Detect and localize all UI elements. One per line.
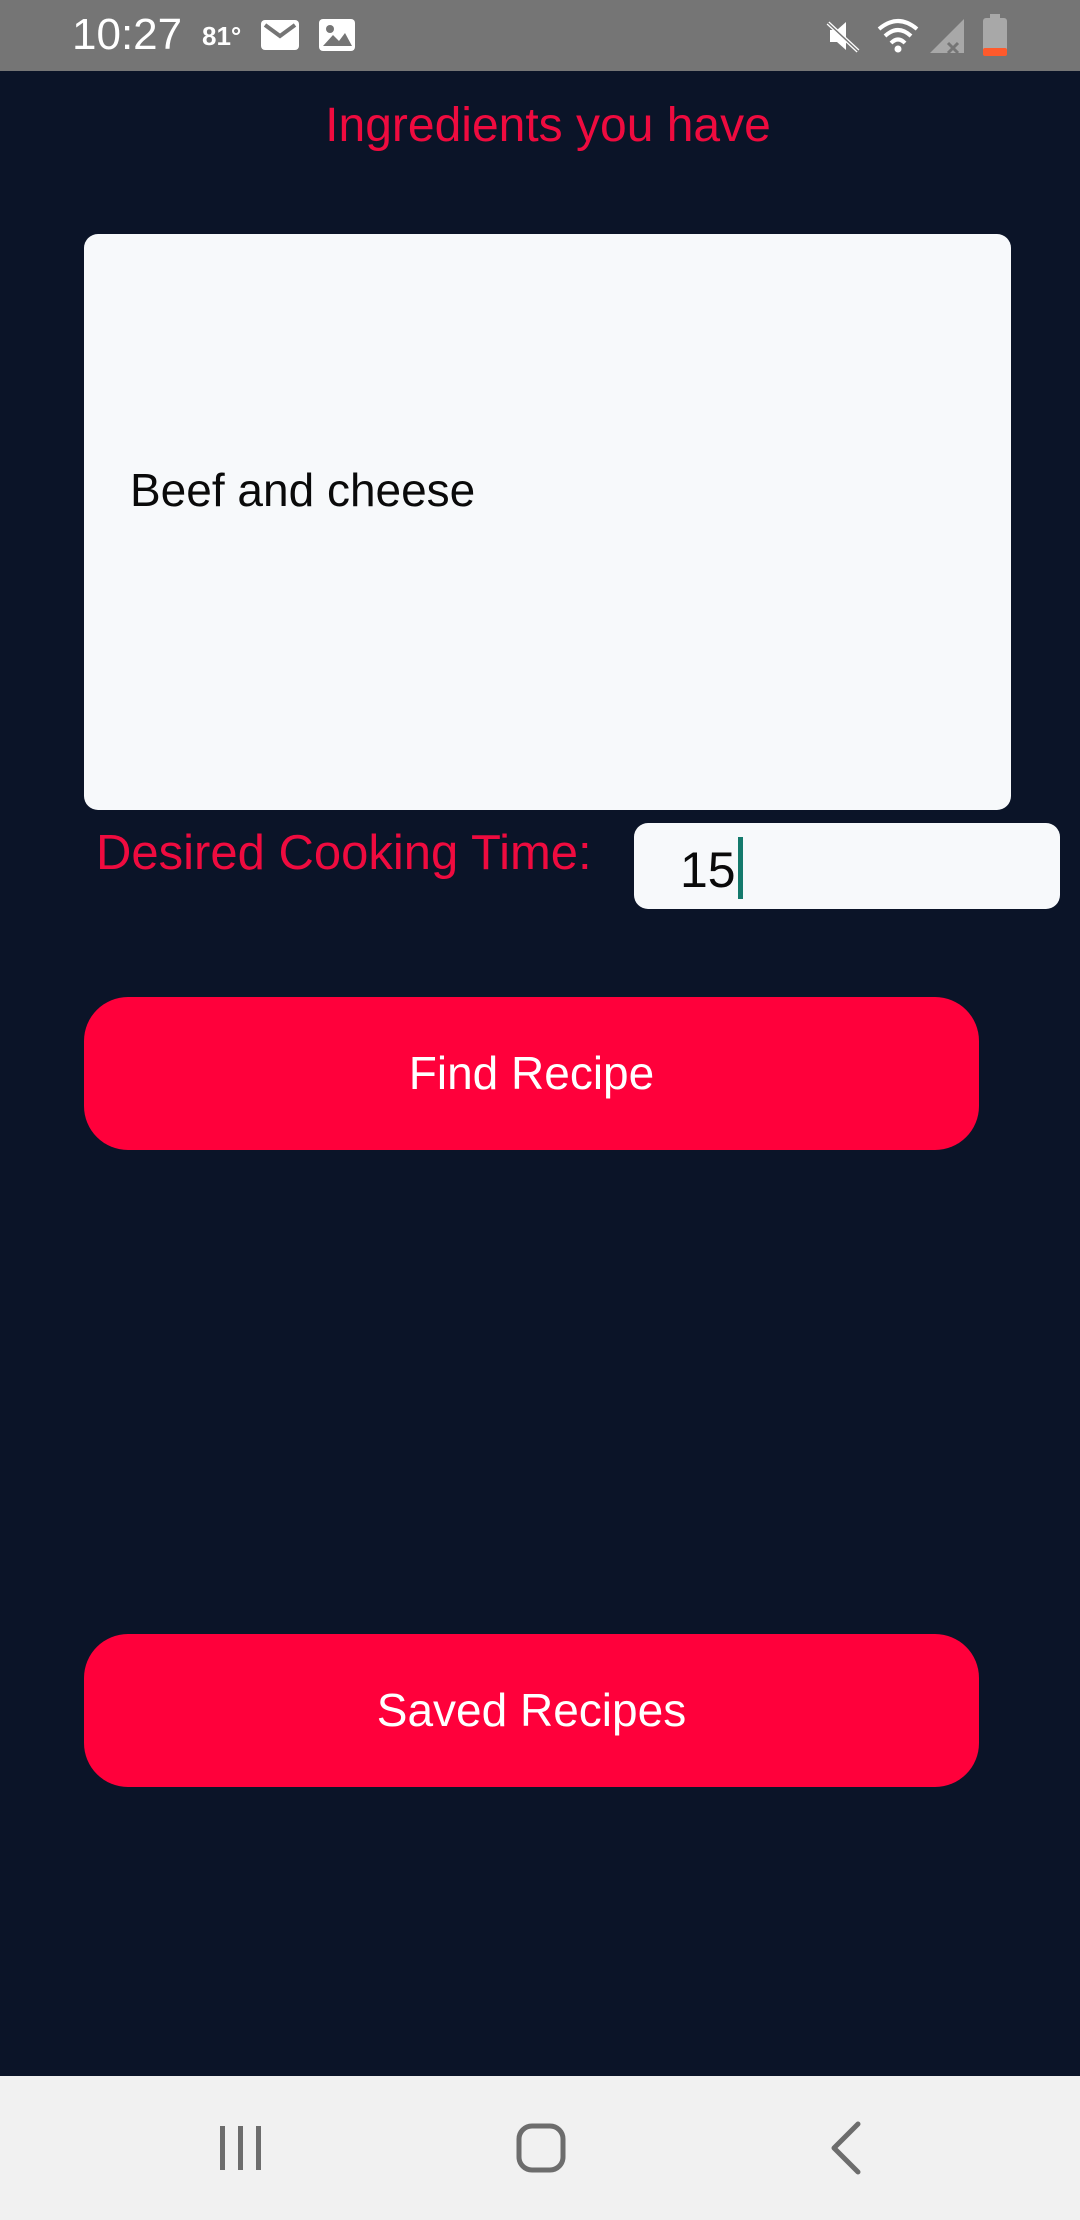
ingredients-input[interactable]: Beef and cheese: [84, 234, 1011, 810]
battery-icon: [983, 14, 1007, 56]
navigation-bar: [0, 2076, 1080, 2220]
recent-apps-icon: [220, 2126, 261, 2170]
saved-recipes-button[interactable]: Saved Recipes: [84, 1634, 979, 1787]
find-recipe-button[interactable]: Find Recipe: [84, 997, 979, 1150]
mute-icon: [826, 21, 860, 53]
text-cursor: [737, 837, 743, 899]
cooking-time-input[interactable]: 15: [634, 823, 1060, 909]
mail-icon: [261, 20, 299, 50]
ingredients-input-value: Beef and cheese: [130, 464, 476, 516]
wifi-icon: [877, 19, 919, 53]
cooking-time-value: 15: [680, 837, 743, 900]
back-icon: [831, 2121, 861, 2175]
status-bar: 10:27 81°: [0, 0, 1080, 71]
home-icon: [516, 2123, 566, 2173]
recent-apps-button[interactable]: [190, 2098, 290, 2198]
home-button[interactable]: [491, 2098, 591, 2198]
image-icon: [319, 19, 355, 51]
status-time: 10:27: [72, 10, 183, 59]
signal-icon: [930, 19, 964, 55]
cooking-time-label: Desired Cooking Time:: [96, 826, 592, 880]
back-button[interactable]: [796, 2098, 896, 2198]
status-temperature: 81°: [202, 21, 242, 51]
page-title: Ingredients you have: [325, 99, 771, 152]
